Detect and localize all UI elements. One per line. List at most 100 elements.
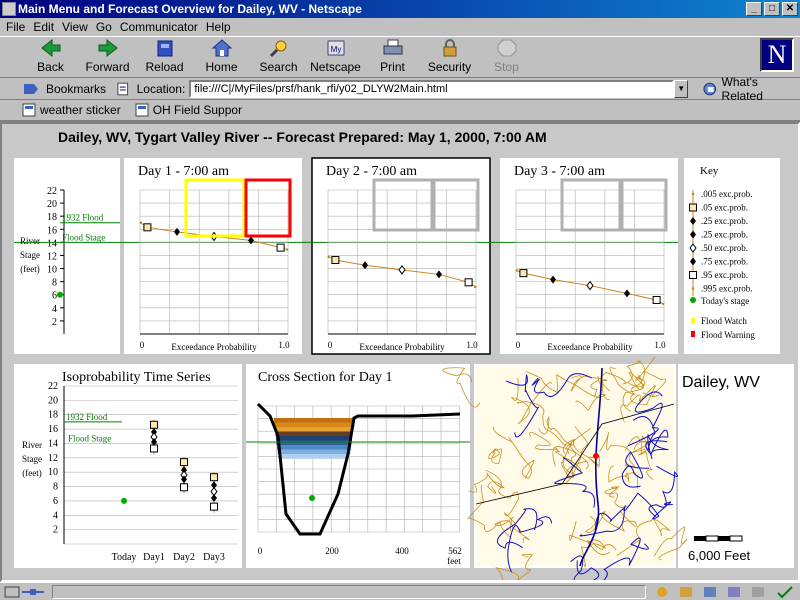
stage-tick-label: 12	[47, 251, 57, 262]
home-button[interactable]: Home	[193, 37, 250, 77]
isoprob-point	[180, 458, 188, 467]
day3-xlabel: Exceedance Probability	[547, 342, 633, 352]
isoprob-point	[180, 483, 188, 492]
navigation-toolbar: Back Forward Reload Home Search My Netsc…	[0, 36, 800, 78]
weather-sticker-link[interactable]: weather sticker	[22, 103, 121, 117]
day2-point	[327, 255, 330, 258]
print-button[interactable]: Print	[364, 37, 421, 77]
key-flood-warning-swatch	[691, 331, 695, 337]
bookmarks-button[interactable]: Bookmarks	[0, 82, 115, 96]
menu-view[interactable]: View	[60, 18, 94, 36]
security-status-icon	[657, 586, 667, 597]
flood-1932-label: 1932 Flood	[62, 213, 104, 223]
maximize-button[interactable]: □	[764, 2, 780, 16]
back-button[interactable]: Back	[22, 37, 79, 77]
oh-field-support-link[interactable]: OH Field Suppor	[135, 103, 242, 117]
bookmarks-label: Bookmarks	[46, 81, 107, 96]
security-button[interactable]: Security	[421, 37, 478, 77]
isoprob-1932-label: 1932 Flood	[66, 412, 108, 422]
isoprob-ytick: 12	[48, 453, 58, 464]
stage-axis-label: Stage	[20, 250, 40, 260]
back-arrow-icon	[40, 38, 60, 58]
status-bar	[0, 582, 800, 600]
netscape-logo[interactable]: N	[760, 38, 794, 72]
minimize-button[interactable]: _	[746, 2, 762, 16]
isoprob-flood-stage-label: Flood Stage	[68, 433, 111, 443]
forward-button[interactable]: Forward	[79, 37, 136, 77]
menu-bar: File Edit View Go Communicator Help	[0, 18, 800, 36]
search-button[interactable]: Search	[250, 37, 307, 77]
weather-sticker-label: weather sticker	[40, 103, 121, 117]
day3-point	[662, 302, 665, 306]
print-label: Print	[380, 60, 405, 74]
isoprob-ylabel: (feet)	[22, 468, 41, 478]
isoprob-ytick: 20	[48, 395, 58, 406]
isoprob-ytick: 2	[53, 525, 58, 536]
stop-icon	[497, 39, 516, 57]
forward-label: Forward	[85, 60, 130, 74]
forecast-graphics: 246810121416182022RiverStage(feet)1932 F…	[14, 157, 794, 580]
menu-help[interactable]: Help	[204, 18, 237, 36]
gage-location-marker	[593, 453, 599, 459]
day2-point	[464, 278, 473, 287]
cross-section-xtick: 0	[258, 546, 263, 556]
day2-title: Day 2 - 7:00 am	[326, 164, 417, 179]
day1-xtick: 0	[140, 340, 145, 350]
menu-edit[interactable]: Edit	[31, 18, 60, 36]
netscape-icon: My	[327, 40, 344, 56]
isoprob-title: Isoprobability Time Series	[62, 370, 211, 385]
day2-point	[331, 256, 340, 265]
location-input[interactable]: file:///C|/MyFiles/prsf/hank_rfi/y02_DLY…	[189, 79, 675, 98]
isoprob-ytick: 22	[48, 381, 58, 392]
isoprob-point	[150, 444, 158, 453]
isoprob-point	[210, 473, 218, 482]
stage-tick-label: 22	[47, 186, 57, 197]
day3-xtick: 0	[516, 340, 521, 350]
stage-axis-label: (feet)	[20, 264, 39, 274]
component-bar[interactable]	[650, 584, 800, 600]
security-label: Security	[427, 60, 472, 74]
key-title: Key	[700, 165, 719, 177]
mail-icon	[680, 586, 692, 597]
key-item-label: .25 exc.prob.	[701, 216, 748, 226]
isoprob-ytick: 14	[48, 438, 58, 449]
isoprob-ytick: 8	[53, 482, 58, 493]
stage-tick-label: 20	[47, 199, 57, 210]
key-todays-stage-label: Today's stage	[701, 296, 749, 306]
window-title-bar[interactable]: Main Menu and Forecast Overview for Dail…	[0, 0, 800, 18]
bookmark-page-icon	[22, 103, 36, 117]
isoprob-ytick: 4	[53, 510, 58, 521]
menu-file[interactable]: File	[4, 18, 31, 36]
netscape-label: Netscape	[310, 60, 361, 74]
reload-label: Reload	[145, 60, 184, 74]
day1-title: Day 1 - 7:00 am	[138, 164, 229, 179]
lock-icon	[443, 39, 456, 57]
day1-panel	[124, 158, 302, 354]
water-stage-band	[277, 449, 351, 455]
key-marker	[691, 192, 695, 196]
day3-xtick: 1.0	[654, 340, 666, 350]
map-scale-label: 6,000 Feet	[688, 548, 751, 563]
address-book-icon	[752, 586, 764, 597]
window-title: Main Menu and Forecast Overview for Dail…	[18, 2, 362, 16]
stage-tick-label: 6	[52, 291, 57, 302]
netscape-button[interactable]: My Netscape	[307, 37, 364, 77]
oh-field-support-label: OH Field Suppor	[152, 103, 243, 117]
menu-communicator[interactable]: Communicator	[118, 18, 204, 36]
stage-tick-label: 16	[47, 225, 57, 236]
cross-section-todays-stage	[309, 495, 315, 501]
stop-label: Stop	[494, 60, 519, 74]
close-button[interactable]: ✕	[782, 2, 798, 16]
reload-button[interactable]: Reload	[136, 37, 193, 77]
menu-go[interactable]: Go	[94, 18, 118, 36]
cross-section-xtick: 200	[325, 546, 339, 556]
whats-related-button[interactable]: What's Related	[702, 75, 800, 103]
key-marker	[689, 203, 697, 212]
location-map	[442, 356, 688, 580]
forward-arrow-icon	[98, 38, 118, 58]
stop-button[interactable]: Stop	[478, 37, 535, 77]
key-flood-watch-swatch	[691, 318, 695, 324]
reload-icon	[157, 40, 172, 57]
page-proxy-icon[interactable]	[115, 81, 131, 97]
location-dropdown-button[interactable]: ▼	[674, 79, 689, 98]
